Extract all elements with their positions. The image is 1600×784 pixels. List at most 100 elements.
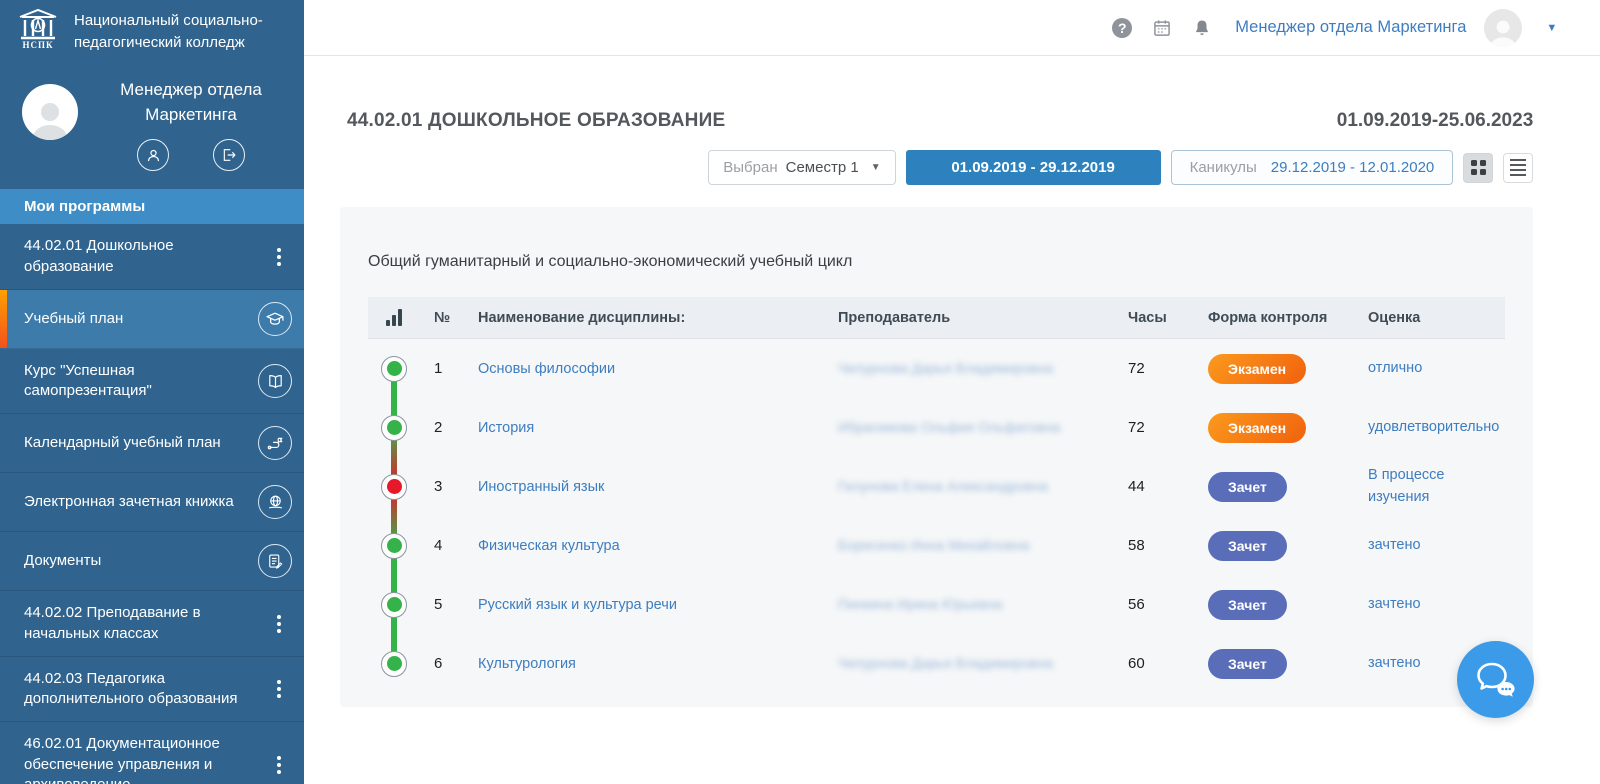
grid-view-icon [1471,160,1486,175]
holidays-label: Каникулы [1190,159,1257,176]
row-number: 4 [420,537,470,554]
profile-icon[interactable] [137,139,169,171]
discipline-link[interactable]: Физическая культура [478,538,620,554]
grid-view-toggle[interactable] [1463,153,1493,183]
person-silhouette-icon [1484,13,1522,47]
logout-icon[interactable] [213,139,245,171]
table-row: 1 Основы философии Чепурнова Дарья Влади… [368,339,1505,398]
grade-value[interactable]: отлично [1360,358,1505,379]
teacher-link[interactable]: Чепурнова Дарья Владимировна [838,360,1053,376]
grade-value[interactable]: удовлетворительно [1360,417,1505,438]
row-number: 2 [420,419,470,436]
kebab-menu-icon[interactable] [270,756,288,774]
curriculum-card: Общий гуманитарный и социально-экономиче… [340,207,1533,707]
hours-value: 72 [1120,419,1200,436]
sidebar-item-program-44-02-02[interactable]: 44.02.02 Преподавание в начальных класса… [0,591,304,657]
status-ring [381,533,407,559]
table-row: 2 История Ибрагимова Ольфия Ольфатовна 7… [368,398,1505,457]
discipline-link[interactable]: Основы философии [478,361,615,377]
discipline-link[interactable]: Иностранный язык [478,479,604,495]
control-badge: Зачет [1208,472,1287,502]
hours-value: 56 [1120,596,1200,613]
grade-value[interactable]: зачтено [1360,594,1505,615]
chevron-down-icon: ▼ [871,162,881,173]
teacher-link[interactable]: Пинкина Ирина Юрьевна [838,596,1002,612]
sidebar-item-program-44-02-01[interactable]: 44.02.01 Дошкольное образование [0,224,304,290]
col-header-discipline: Наименование дисциплины: [470,310,760,326]
progress-chart-icon [386,309,402,326]
hours-value: 72 [1120,360,1200,377]
teacher-link[interactable]: Ибрагимова Ольфия Ольфатовна [838,419,1060,435]
status-ring [381,651,407,677]
holidays-button[interactable]: Каникулы 29.12.2019 - 12.01.2020 [1171,150,1454,185]
table-row: 4 Физическая культура Борисенко Инна Мих… [368,516,1505,575]
sidebar-item-documents[interactable]: Документы [0,532,304,591]
discipline-link[interactable]: История [478,420,534,436]
row-number: 1 [420,360,470,377]
discipline-link[interactable]: Русский язык и культура речи [478,597,677,613]
sidebar-item-study-plan[interactable]: Учебный план [0,290,304,349]
sidebar-menu: 44.02.01 Дошкольное образование Учебный … [0,224,304,784]
status-dot [387,538,402,553]
status-dot [387,420,402,435]
chat-bubbles-icon [1474,660,1518,700]
status-dot [387,597,402,612]
status-dot [387,479,402,494]
list-view-toggle[interactable] [1503,153,1533,183]
sidebar-item-gradebook[interactable]: Электронная зачетная книжка [0,473,304,532]
col-header-teacher: Преподаватель [830,310,1120,326]
route-flag-icon [258,426,292,460]
notifications-bell-icon[interactable] [1191,17,1213,39]
table-body: 1 Основы философии Чепурнова Дарья Влади… [368,339,1505,693]
document-icon [258,544,292,578]
main-area: ? Менеджер отдела Маркетинга [304,0,1600,784]
page-title: 44.02.01 ДОШКОЛЬНОЕ ОБРАЗОВАНИЕ [347,110,725,132]
row-number: 6 [420,655,470,672]
teacher-link[interactable]: Борисенко Инна Михайловна [838,537,1029,553]
status-dot [387,361,402,376]
hours-value: 58 [1120,537,1200,554]
status-dot [387,656,402,671]
hours-value: 60 [1120,655,1200,672]
kebab-menu-icon[interactable] [270,248,288,266]
cycle-section-title: Общий гуманитарный и социально-экономиче… [368,253,1505,271]
status-ring [381,592,407,618]
sidebar-item-program-46-02-01[interactable]: 46.02.01 Документационное обеспечение уп… [0,722,304,784]
teacher-link[interactable]: Гилунова Елена Александровна [838,478,1048,494]
topbar: ? Менеджер отдела Маркетинга [304,0,1600,56]
college-logo: НСПК [15,8,61,56]
sidebar-section-my-programs[interactable]: Мои программы [0,189,304,224]
sidebar-item-program-44-02-03[interactable]: 44.02.03 Педагогика дополнительного обра… [0,657,304,723]
kebab-menu-icon[interactable] [270,680,288,698]
teacher-link[interactable]: Чепурнова Дарья Владимировна [838,655,1053,671]
list-view-icon [1510,159,1526,177]
sidebar-item-calendar-plan[interactable]: Календарный учебный план [0,414,304,473]
discipline-link[interactable]: Культурология [478,656,576,672]
topbar-avatar[interactable] [1484,9,1522,47]
row-number: 5 [420,596,470,613]
college-logo-text: НСПК [22,40,53,50]
status-ring [381,415,407,441]
semester-select[interactable]: Выбран Семестр 1 ▼ [708,150,895,185]
calendar-icon[interactable] [1151,17,1173,39]
control-badge: Зачет [1208,531,1287,561]
user-menu-caret-icon[interactable]: ▼ [1546,22,1557,34]
globe-book-icon [258,485,292,519]
sidebar-user-block: Менеджер отдела Маркетинга [0,62,304,179]
col-header-control: Форма контроля [1200,310,1360,326]
sidebar-item-course-self-presentation[interactable]: Курс "Успешная самопрезентация" [0,349,304,415]
help-icon[interactable]: ? [1111,17,1133,39]
sidebar-user-name: Менеджер отдела Маркетинга [92,78,290,127]
active-period-button[interactable]: 01.09.2019 - 29.12.2019 [906,150,1161,185]
kebab-menu-icon[interactable] [270,615,288,633]
grade-value[interactable]: В процессе изучения [1360,465,1505,507]
topbar-user-name[interactable]: Менеджер отдела Маркетинга [1235,18,1466,37]
control-badge: Зачет [1208,649,1287,679]
graduation-cap-icon [258,302,292,336]
grade-value[interactable]: зачтено [1360,535,1505,556]
table-row: 6 Культурология Чепурнова Дарья Владимир… [368,634,1505,693]
sidebar: НСПК Национальный социально-педагогическ… [0,0,304,784]
chat-fab-button[interactable] [1457,641,1534,718]
control-badge: Зачет [1208,590,1287,620]
holidays-dates: 29.12.2019 - 12.01.2020 [1271,159,1434,176]
